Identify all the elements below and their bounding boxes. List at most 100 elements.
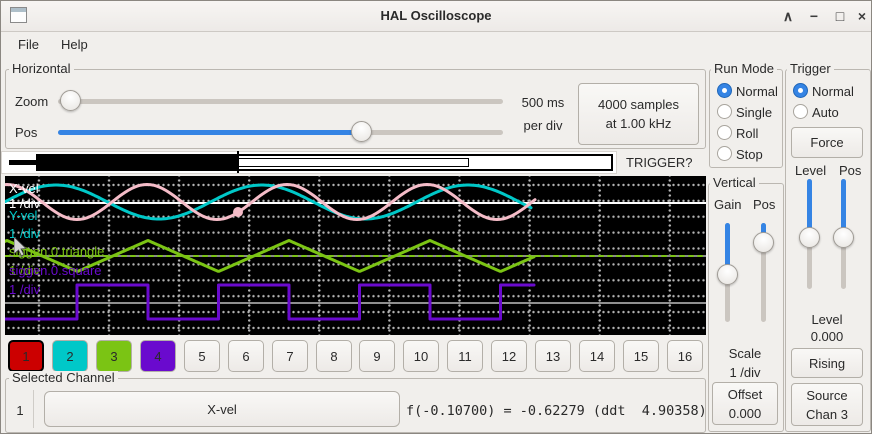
rate-line1: 500 ms [515, 95, 571, 110]
trigger-radio-label: Normal [812, 84, 854, 99]
window-title: HAL Oscilloscope [1, 8, 871, 23]
trigger-source-line1: Source [806, 386, 847, 405]
run-mode-radio-stop[interactable]: Stop [710, 146, 782, 163]
channel-button-14[interactable]: 14 [579, 340, 615, 372]
samples-line2: at 1.00 kHz [606, 114, 672, 133]
radio-icon[interactable] [717, 104, 732, 119]
channel-button-5[interactable]: 5 [184, 340, 220, 372]
gain-slider[interactable] [717, 223, 739, 322]
trigger-status-label: TRIGGER? [626, 155, 692, 170]
trigger-point-marker [233, 207, 243, 217]
run-mode-frame-label: Run Mode [711, 62, 777, 76]
zoom-slider[interactable] [58, 90, 503, 112]
radio-icon[interactable] [717, 146, 732, 161]
hpos-slider-fill [58, 130, 361, 135]
force-button-label: Force [810, 133, 843, 152]
run-mode-radio-label: Normal [736, 84, 778, 99]
run-mode-radio-roll[interactable]: Roll [710, 125, 782, 142]
channel-button-6[interactable]: 6 [228, 340, 264, 372]
gain-slider-thumb[interactable] [717, 264, 738, 285]
radio-icon[interactable] [793, 104, 808, 119]
trigger-source-line2: Chan 3 [806, 405, 848, 424]
offset-line2: 0.000 [729, 404, 762, 423]
channel-button-16[interactable]: 16 [667, 340, 703, 372]
samples-line1: 4000 samples [598, 95, 679, 114]
close-button[interactable]: × [851, 6, 872, 26]
trigger-pos-slider[interactable] [833, 179, 855, 289]
zoom-label: Zoom [15, 94, 48, 109]
menu-item-help[interactable]: Help [50, 33, 99, 56]
channel-button-7[interactable]: 7 [272, 340, 308, 372]
channel-button-4[interactable]: 4 [140, 340, 176, 372]
channel-source-name: X-vel [207, 400, 237, 419]
channel-button-8[interactable]: 8 [316, 340, 352, 372]
mouse-cursor-icon [14, 237, 28, 257]
trigger-position-tick [237, 151, 239, 173]
menu-item-file[interactable]: File [7, 33, 50, 56]
trigger-radio-label: Auto [812, 105, 839, 120]
zoom-slider-thumb[interactable] [60, 90, 81, 111]
radio-icon[interactable] [717, 83, 732, 98]
channel-button-15[interactable]: 15 [623, 340, 659, 372]
channel-button-12[interactable]: 12 [491, 340, 527, 372]
vpos-slider-label: Pos [753, 197, 775, 212]
channel-source-button[interactable]: X-vel [44, 391, 400, 427]
selected-channel-separator [33, 390, 34, 428]
run-mode-radio-label: Stop [736, 147, 763, 162]
channel-button-3[interactable]: 3 [96, 340, 132, 372]
record-captured-bar [38, 156, 238, 169]
trigger-level-value: 0.000 [785, 329, 869, 344]
waveform-canvas [5, 176, 706, 335]
zoom-slider-track [58, 99, 503, 104]
trigger-level-slider[interactable] [799, 179, 821, 289]
run-mode-frame: Normal Single Roll Stop [709, 69, 783, 168]
samples-button[interactable]: 4000 samples at 1.00 kHz [578, 83, 699, 145]
channel-button-9[interactable]: 9 [359, 340, 395, 372]
vpos-slider[interactable] [753, 223, 775, 322]
hpos-slider-thumb[interactable] [351, 121, 372, 142]
channel-button-10[interactable]: 10 [403, 340, 439, 372]
channel-button-2[interactable]: 2 [52, 340, 88, 372]
trigger-level-slider-label: Level [795, 163, 826, 178]
channel-button-11[interactable]: 11 [447, 340, 483, 372]
selected-channel-number: 1 [11, 403, 29, 418]
hpos-slider[interactable] [58, 121, 503, 143]
channel-value-readout: f(-0.10700) = -0.62279 (ddt 4.90358) [406, 403, 707, 419]
horizontal-frame-label: Horizontal [9, 62, 74, 76]
hpos-label: Pos [15, 125, 37, 140]
scope-screen[interactable]: X-vel1 /divY-vel1 /divsiggen.0.triangle1… [5, 176, 706, 335]
rate-line2: per div [515, 118, 571, 133]
radio-icon[interactable] [717, 125, 732, 140]
gain-slider-label: Gain [714, 197, 741, 212]
scale-caption: Scale [708, 346, 782, 361]
trigger-level-thumb[interactable] [799, 227, 820, 248]
menubar: FileHelp [1, 31, 871, 58]
offset-button[interactable]: Offset 0.000 [712, 382, 778, 425]
slope-button-label: Rising [809, 354, 845, 373]
slope-button[interactable]: Rising [791, 348, 863, 378]
vpos-slider-thumb[interactable] [753, 232, 774, 253]
trigger-frame-label: Trigger [787, 62, 834, 76]
shade-button[interactable]: ∧ [777, 6, 799, 26]
run-mode-radio-single[interactable]: Single [710, 104, 782, 121]
trigger-source-button[interactable]: Source Chan 3 [791, 383, 863, 426]
run-mode-radio-label: Single [736, 105, 772, 120]
trigger-level-caption: Level [785, 312, 869, 327]
channel-button-1[interactable]: 1 [8, 340, 44, 372]
scope-label-6-siggen-0-square: siggen.0.square [9, 264, 102, 277]
vertical-frame-label: Vertical [710, 176, 759, 190]
run-mode-radio-label: Roll [736, 126, 758, 141]
radio-icon[interactable] [793, 83, 808, 98]
trigger-pos-thumb[interactable] [833, 227, 854, 248]
trigger-pos-slider-label: Pos [839, 163, 861, 178]
trigger-radio-normal[interactable]: Normal [786, 83, 870, 100]
scope-label-7-1-div: 1 /div [9, 283, 40, 296]
trigger-radio-auto[interactable]: Auto [786, 104, 870, 121]
scope-label-2-y-vel: Y-vel [9, 209, 37, 222]
maximize-button[interactable]: □ [829, 6, 851, 26]
minimize-button[interactable]: − [803, 6, 825, 26]
selected-channel-frame-label: Selected Channel [9, 371, 118, 385]
channel-button-13[interactable]: 13 [535, 340, 571, 372]
force-button[interactable]: Force [791, 127, 863, 158]
run-mode-radio-normal[interactable]: Normal [710, 83, 782, 100]
